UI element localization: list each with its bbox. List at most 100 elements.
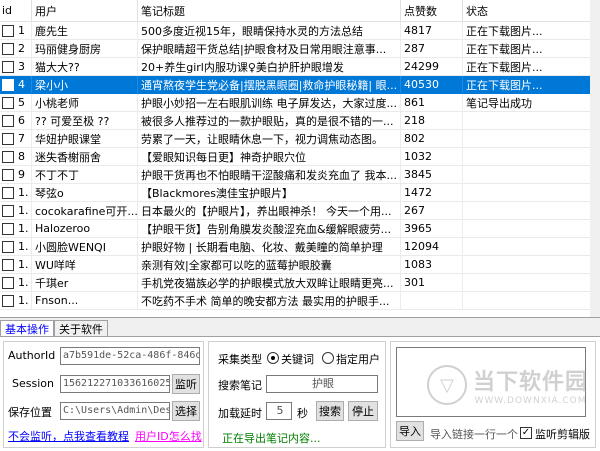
row-checkbox[interactable] (2, 42, 14, 55)
row-checkbox[interactable] (2, 168, 14, 181)
cell-status-text: 正在下载图片... (466, 24, 543, 38)
cell-likes: 12094 (401, 238, 463, 255)
export-status-text: 正在导出笔记内容... (222, 432, 321, 445)
row-checkbox[interactable] (2, 114, 14, 127)
authid-label: AuthorId (8, 349, 56, 362)
cell-likes: 1083 (401, 256, 463, 273)
row-checkbox[interactable] (2, 276, 14, 289)
cell-user: 小桃老师 (32, 94, 138, 111)
cell-likes (401, 292, 463, 309)
header-title[interactable]: 笔记标题 (138, 0, 401, 21)
cell-title-text: 通宵熬夜学生党必备|摆脱黑眼圈|救命护眼秘籍| 眼... (141, 78, 398, 92)
cell-title-text: 日本最火的【护眼片】，养出眼神杀！ 今天一个用... (141, 204, 392, 218)
table-row[interactable]: 1. 小圆脸WENQI 护眼好物 | 长期看电脑、化妆、戴美瞳的简单护理 12094 (0, 238, 600, 256)
row-checkbox[interactable] (2, 96, 14, 109)
cell-id-text: 1. (18, 186, 29, 199)
radio-user[interactable] (322, 352, 334, 364)
search-notes-input[interactable]: 护眼 (266, 375, 378, 393)
table-row[interactable]: 1. 琴弦o 【Blackmores澳佳宝护眼片】 1472 (0, 184, 600, 202)
save-location-label: 保存位置 (8, 406, 52, 419)
grid-scrollbar[interactable] (590, 0, 600, 317)
cell-likes-text: 3965 (404, 222, 432, 235)
table-row[interactable]: 1. WU咩咩 亲测有效|全家都可以吃的蓝莓护眼胶囊 1083 (0, 256, 600, 274)
row-checkbox[interactable] (2, 132, 14, 145)
row-checkbox[interactable] (2, 60, 14, 73)
row-checkbox[interactable] (2, 150, 14, 163)
table-row[interactable]: 1. Fnson... 不吃药不手术 简单的晚安都方法 最实用的护眼手... (0, 292, 600, 310)
table-row[interactable]: 1 鹿先生 500多度近视15年，眼睛保持水灵的方法总结 4817 正在下载图片... (0, 22, 600, 40)
row-checkbox[interactable] (2, 24, 14, 37)
cell-title-text: 【爱眼知识每日更】神奇护眼穴位 (141, 150, 306, 164)
header-likes[interactable]: 点赞数 (401, 0, 463, 21)
delay-input[interactable]: 5 (266, 402, 292, 420)
cell-title: 【爱眼知识每日更】神奇护眼穴位 (138, 148, 401, 165)
cell-title: 护眼好物 | 长期看电脑、化妆、戴美瞳的简单护理 (138, 238, 401, 255)
save-location-input[interactable]: C:\Users\Admin\Deskt (60, 402, 170, 420)
clipboard-checkbox[interactable]: ✓ (520, 427, 532, 439)
import-button[interactable]: 导入 (396, 421, 424, 441)
tab-basic[interactable]: 基本操作 (0, 320, 54, 337)
help-link[interactable]: 不会监听，点我查看教程 (8, 428, 129, 444)
tab-about[interactable]: 关于软件 (54, 320, 108, 336)
table-row[interactable]: 2 玛丽健身厨房 保护眼睛超干货总结|护眼食材及日常用眼注意事... 287 正在下载图… (0, 40, 600, 58)
cell-likes: 1032 (401, 148, 463, 165)
radio-user-label[interactable]: 指定用户 (336, 351, 380, 367)
cell-title: 500多度近视15年，眼睛保持水灵的方法总结 (138, 22, 401, 39)
row-checkbox[interactable] (2, 222, 14, 235)
table-row[interactable]: 1. Halozeroo 【护眼干货】告别角膜发炎酸涩充血&缓解眼疲劳... 3965 (0, 220, 600, 238)
notes-grid[interactable]: id 用户 笔记标题 点赞数 状态 1 鹿先生 500多度近视15年，眼睛保持水灵的… (0, 0, 600, 318)
cell-title-text: 20+养生girl内服功课♀美白护肝护眼增发 (141, 60, 344, 74)
listen-button[interactable]: 监听 (172, 374, 200, 394)
cell-likes-text: 802 (404, 132, 425, 145)
clipboard-label[interactable]: 监听剪辑版 (535, 426, 590, 442)
row-checkbox[interactable] (2, 240, 14, 253)
stop-button[interactable]: 停止 (348, 401, 378, 421)
authid-input[interactable]: a7b591de-52ca-486f-846d-e7 (60, 347, 200, 365)
cell-id: 5 (0, 94, 32, 111)
cell-status-text: 笔记导出成功 (466, 96, 532, 110)
cell-title-text: 护眼好物 | 长期看电脑、化妆、戴美瞳的简单护理 (141, 240, 383, 254)
cell-status (463, 292, 600, 309)
cell-title: 20+养生girl内服功课♀美白护肝护眼增发 (138, 58, 401, 75)
row-checkbox[interactable] (2, 186, 14, 199)
table-row[interactable]: 1. cocokarafine可开... 日本最火的【护眼片】，养出眼神杀！ 今天一… (0, 202, 600, 220)
cell-user: 猫大大?? (32, 58, 138, 75)
cell-user: 迷失香榭丽舍 (32, 148, 138, 165)
table-row[interactable]: 5 小桃老师 护眼小妙招一左右眼肌训练 电子屏发达，大家过度... 861 笔记导出成功 (0, 94, 600, 112)
header-user[interactable]: 用户 (32, 0, 138, 21)
header-status[interactable]: 状态 (463, 0, 600, 21)
cell-id-text: 9 (18, 168, 25, 181)
cell-likes: 1472 (401, 184, 463, 201)
watermark-text: 当下软件园 (472, 370, 588, 395)
table-row[interactable]: 3 猫大大?? 20+养生girl内服功课♀美白护肝护眼增发 24299 正在下载图片.… (0, 58, 600, 76)
cell-likes: 861 (401, 94, 463, 111)
table-row[interactable]: 9 不丁不丁 护眼干货再也不怕眼睛干涩酸痛和发炎充血了 我本... 3845 (0, 166, 600, 184)
row-checkbox[interactable] (2, 78, 14, 91)
search-button[interactable]: 搜索 (316, 401, 344, 421)
choose-button[interactable]: 选择 (172, 401, 200, 421)
check-icon: ✓ (521, 427, 531, 438)
row-checkbox[interactable] (2, 258, 14, 271)
radio-keyword[interactable] (267, 352, 279, 364)
cell-id-text: 1. (18, 258, 29, 271)
header-id[interactable]: id (0, 0, 32, 21)
row-checkbox[interactable] (2, 294, 14, 307)
cell-user: 玛丽健身厨房 (32, 40, 138, 57)
userid-help-link[interactable]: 用户ID怎么找 (135, 428, 202, 444)
table-row[interactable]: 4 梁小小 通宵熬夜学生党必备|摆脱黑眼圈|救命护眼秘籍| 眼... 40530 正在下… (0, 76, 600, 94)
radio-keyword-label[interactable]: 关键词 (281, 351, 314, 367)
cell-id: 1. (0, 238, 32, 255)
row-checkbox[interactable] (2, 204, 14, 217)
table-row[interactable]: 1. 千琪er 手机党夜猫族必学的护眼模式放大双眸让眼睛更亮... 301 (0, 274, 600, 292)
table-row[interactable]: 6 ?? 可爱至极 ?? 被很多人推荐过的一款护眼贴，真的是很不错的一... 218 (0, 112, 600, 130)
cell-user-text: cocokarafine可开... (35, 204, 138, 218)
table-row[interactable]: 8 迷失香榭丽舍 【爱眼知识每日更】神奇护眼穴位 1032 (0, 148, 600, 166)
session-input[interactable]: 1562122710336160253б (60, 375, 170, 393)
table-row[interactable]: 7 华妞护眼课堂 劳累了一天，让眼睛休息一下，视力调焦动态图。 802 (0, 130, 600, 148)
cell-title: 日本最火的【护眼片】，养出眼神杀！ 今天一个用... (138, 202, 401, 219)
cell-title-text: 被很多人推荐过的一款护眼贴，真的是很不错的一... (141, 114, 394, 128)
cell-title-text: 手机党夜猫族必学的护眼模式放大双眸让眼睛更亮... (141, 276, 394, 290)
cell-status: 正在下载图片... (463, 58, 600, 75)
cell-user-text: 猫大大?? (35, 60, 80, 74)
cell-likes-text: 4817 (404, 24, 432, 37)
